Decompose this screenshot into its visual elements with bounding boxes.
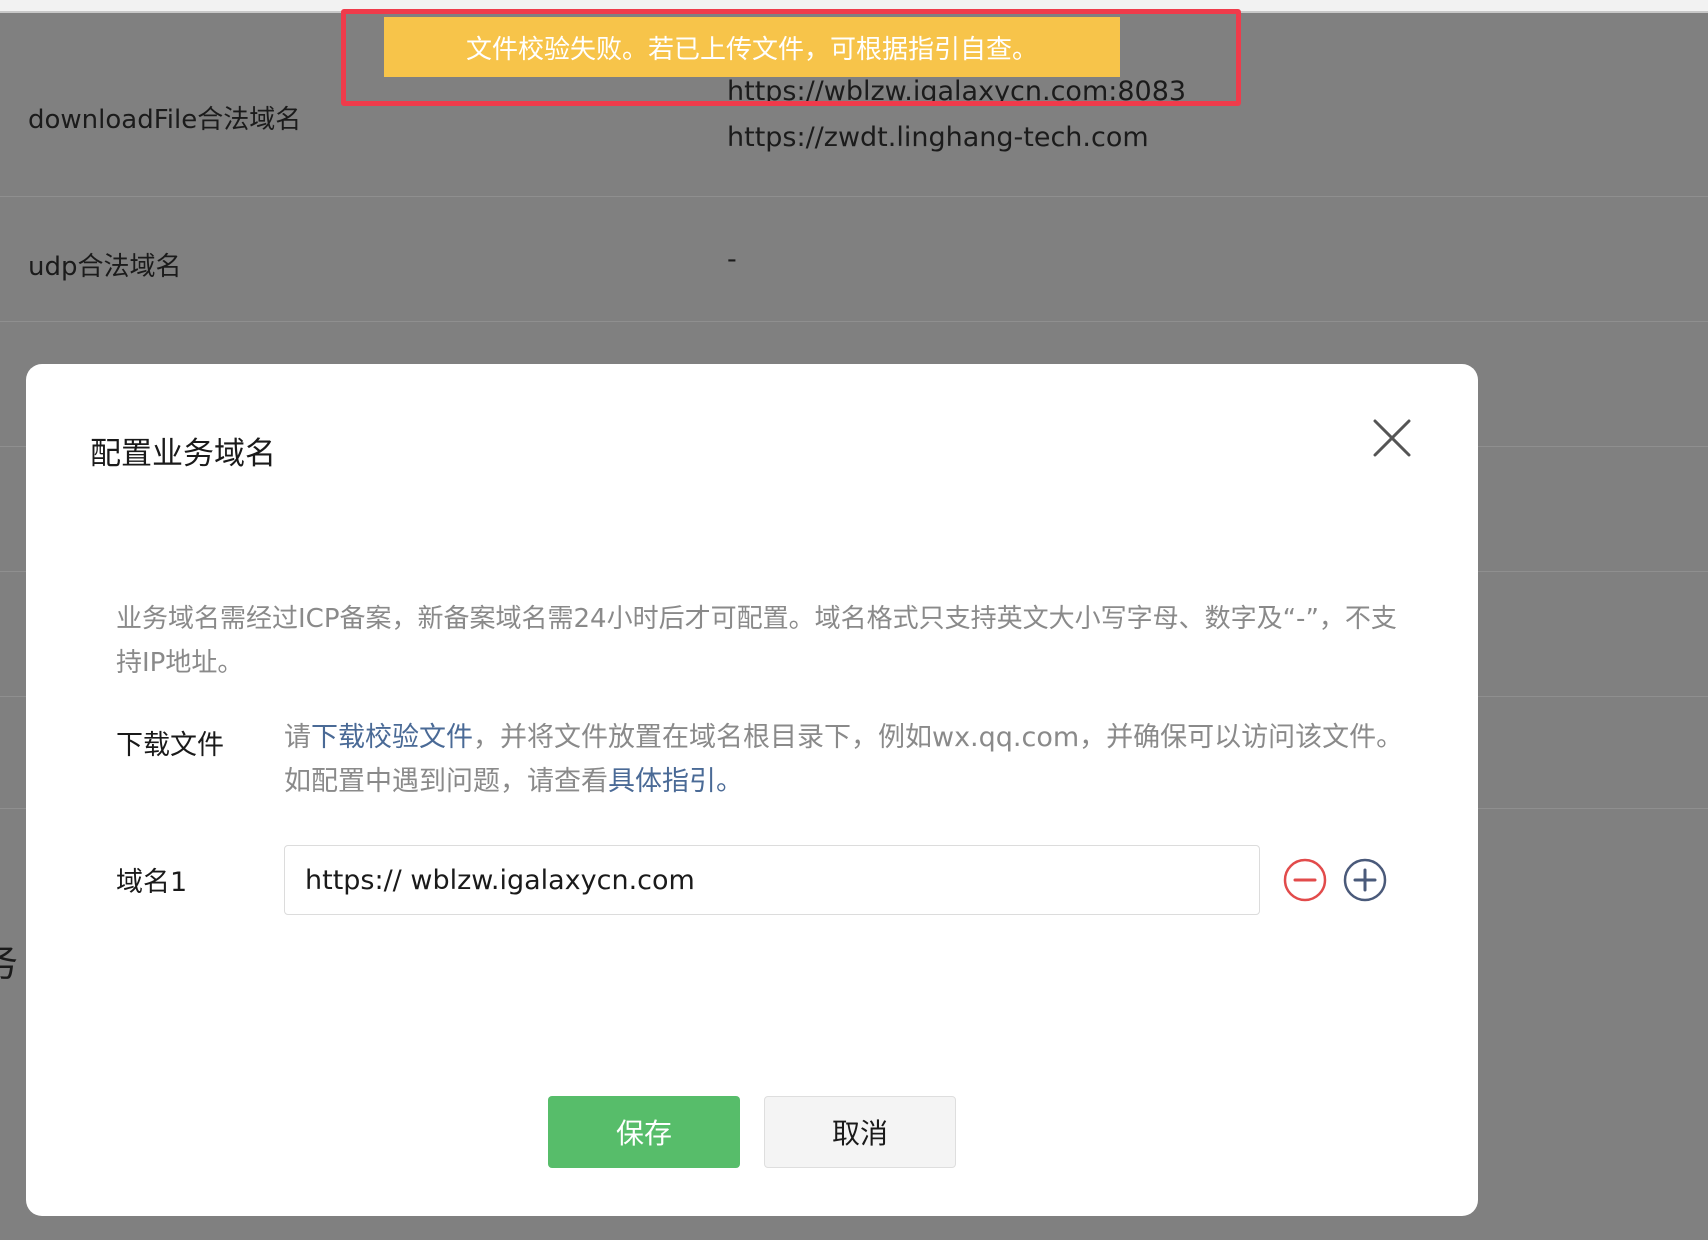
- guide-link[interactable]: 具体指引: [608, 766, 716, 797]
- config-domain-dialog: 配置业务域名 业务域名需经过ICP备案，新备案域名需24小时后才可配置。域名格式…: [26, 364, 1478, 1216]
- row-divider: [0, 196, 1708, 197]
- row-divider: [0, 321, 1708, 322]
- save-button[interactable]: 保存: [548, 1096, 740, 1168]
- minus-circle-icon[interactable]: [1282, 857, 1328, 903]
- instruction-text: 请: [284, 722, 311, 753]
- instruction-text: 。: [716, 766, 743, 797]
- cancel-button[interactable]: 取消: [764, 1096, 956, 1168]
- download-file-label: 下载文件: [116, 730, 224, 761]
- row-label-downloadfile: downloadFile合法域名: [28, 105, 302, 135]
- partial-heading: 务: [0, 932, 18, 987]
- close-icon[interactable]: [1370, 416, 1414, 460]
- row-value-downloadfile-2: https://zwdt.linghang-tech.com: [727, 122, 1149, 153]
- dialog-title: 配置业务域名: [90, 436, 276, 472]
- row-label-udp: udp合法域名: [28, 252, 182, 282]
- download-verify-file-link[interactable]: 下载校验文件: [311, 722, 473, 753]
- download-instructions: 请下载校验文件，并将文件放置在域名根目录下，例如wx.qq.com，并确保可以访…: [284, 716, 1404, 804]
- plus-circle-icon[interactable]: [1342, 857, 1388, 903]
- domain-1-input[interactable]: [284, 845, 1260, 915]
- row-value-udp: -: [727, 244, 737, 275]
- domain-1-label: 域名1: [116, 867, 188, 898]
- dialog-description: 业务域名需经过ICP备案，新备案域名需24小时后才可配置。域名格式只支持英文大小…: [116, 604, 1397, 678]
- highlight-annotation: [341, 9, 1241, 106]
